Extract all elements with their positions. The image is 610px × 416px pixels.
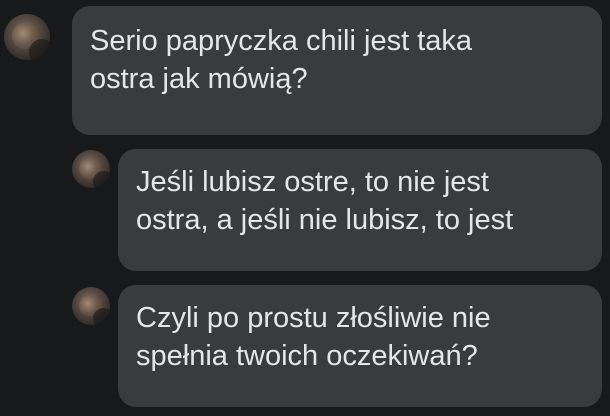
user-avatar-icon[interactable] [72, 287, 110, 325]
user-avatar-icon[interactable] [72, 150, 110, 188]
comment-bubble: Czyli po prostu złośliwie nie spełnia tw… [118, 285, 602, 407]
comment-bubble: Serio papryczka chili jest taka ostra ja… [72, 6, 602, 135]
comment-bubble: Jeśli lubisz ostre, to nie jest ostra, a… [118, 149, 602, 271]
user-avatar-icon[interactable] [4, 14, 50, 60]
